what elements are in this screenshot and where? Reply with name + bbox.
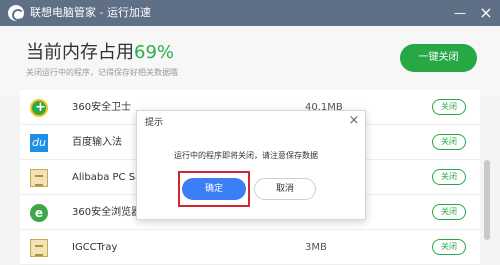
window-close-button[interactable]: × — [477, 4, 495, 22]
minimize-button[interactable]: — — [451, 4, 469, 22]
close-all-button[interactable]: 一键关闭 — [400, 44, 477, 72]
memory-summary: 当前内存占用69% 关闭运行中的程序，记得保存好相关数据哦 一键关闭 — [0, 26, 500, 96]
app-name: IGCCTray — [72, 242, 118, 253]
browser-360-icon: e — [30, 204, 48, 222]
close-app-button[interactable]: 关闭 — [432, 239, 466, 255]
app-memory-size: 3MB — [305, 242, 327, 253]
app-generic-icon — [30, 169, 48, 187]
list-item: IGCCTray 3MB 关闭 — [20, 230, 480, 265]
cancel-button[interactable]: 取消 — [254, 178, 316, 200]
app-name: 百度输入法 — [72, 137, 122, 148]
app-name: 360安全卫士 — [72, 102, 132, 113]
close-app-button[interactable]: 关闭 — [432, 134, 466, 150]
dialog-title: 提示 — [145, 118, 164, 128]
memory-subtitle: 关闭运行中的程序，记得保存好相关数据哦 — [26, 68, 178, 77]
title-bar: 联想电脑管家 - 运行加速 — × — [0, 0, 500, 26]
close-app-button[interactable]: 关闭 — [432, 99, 466, 115]
dialog-message: 运行中的程序即将关闭，请注意保存数据 — [174, 151, 318, 160]
close-app-button[interactable]: 关闭 — [432, 169, 466, 185]
confirm-button[interactable]: 确定 — [182, 178, 246, 200]
dialog-close-icon[interactable]: × — [347, 114, 361, 128]
close-app-button[interactable]: 关闭 — [432, 204, 466, 220]
memory-headline-label: 当前内存占用 — [26, 42, 134, 63]
window-title: 联想电脑管家 - 运行加速 — [30, 6, 151, 19]
app-name: 360安全浏览器 — [72, 207, 142, 218]
baidu-du-icon: du — [30, 134, 48, 152]
lenovo-logo-icon — [8, 5, 24, 21]
confirm-dialog: 提示 × 运行中的程序即将关闭，请注意保存数据 确定 取消 — [136, 110, 366, 220]
shield-360-icon — [30, 99, 48, 117]
app-generic-icon — [30, 239, 48, 257]
list-scrollbar[interactable] — [484, 160, 490, 240]
memory-headline: 当前内存占用69% — [26, 42, 174, 64]
memory-percent: 69% — [134, 42, 175, 63]
